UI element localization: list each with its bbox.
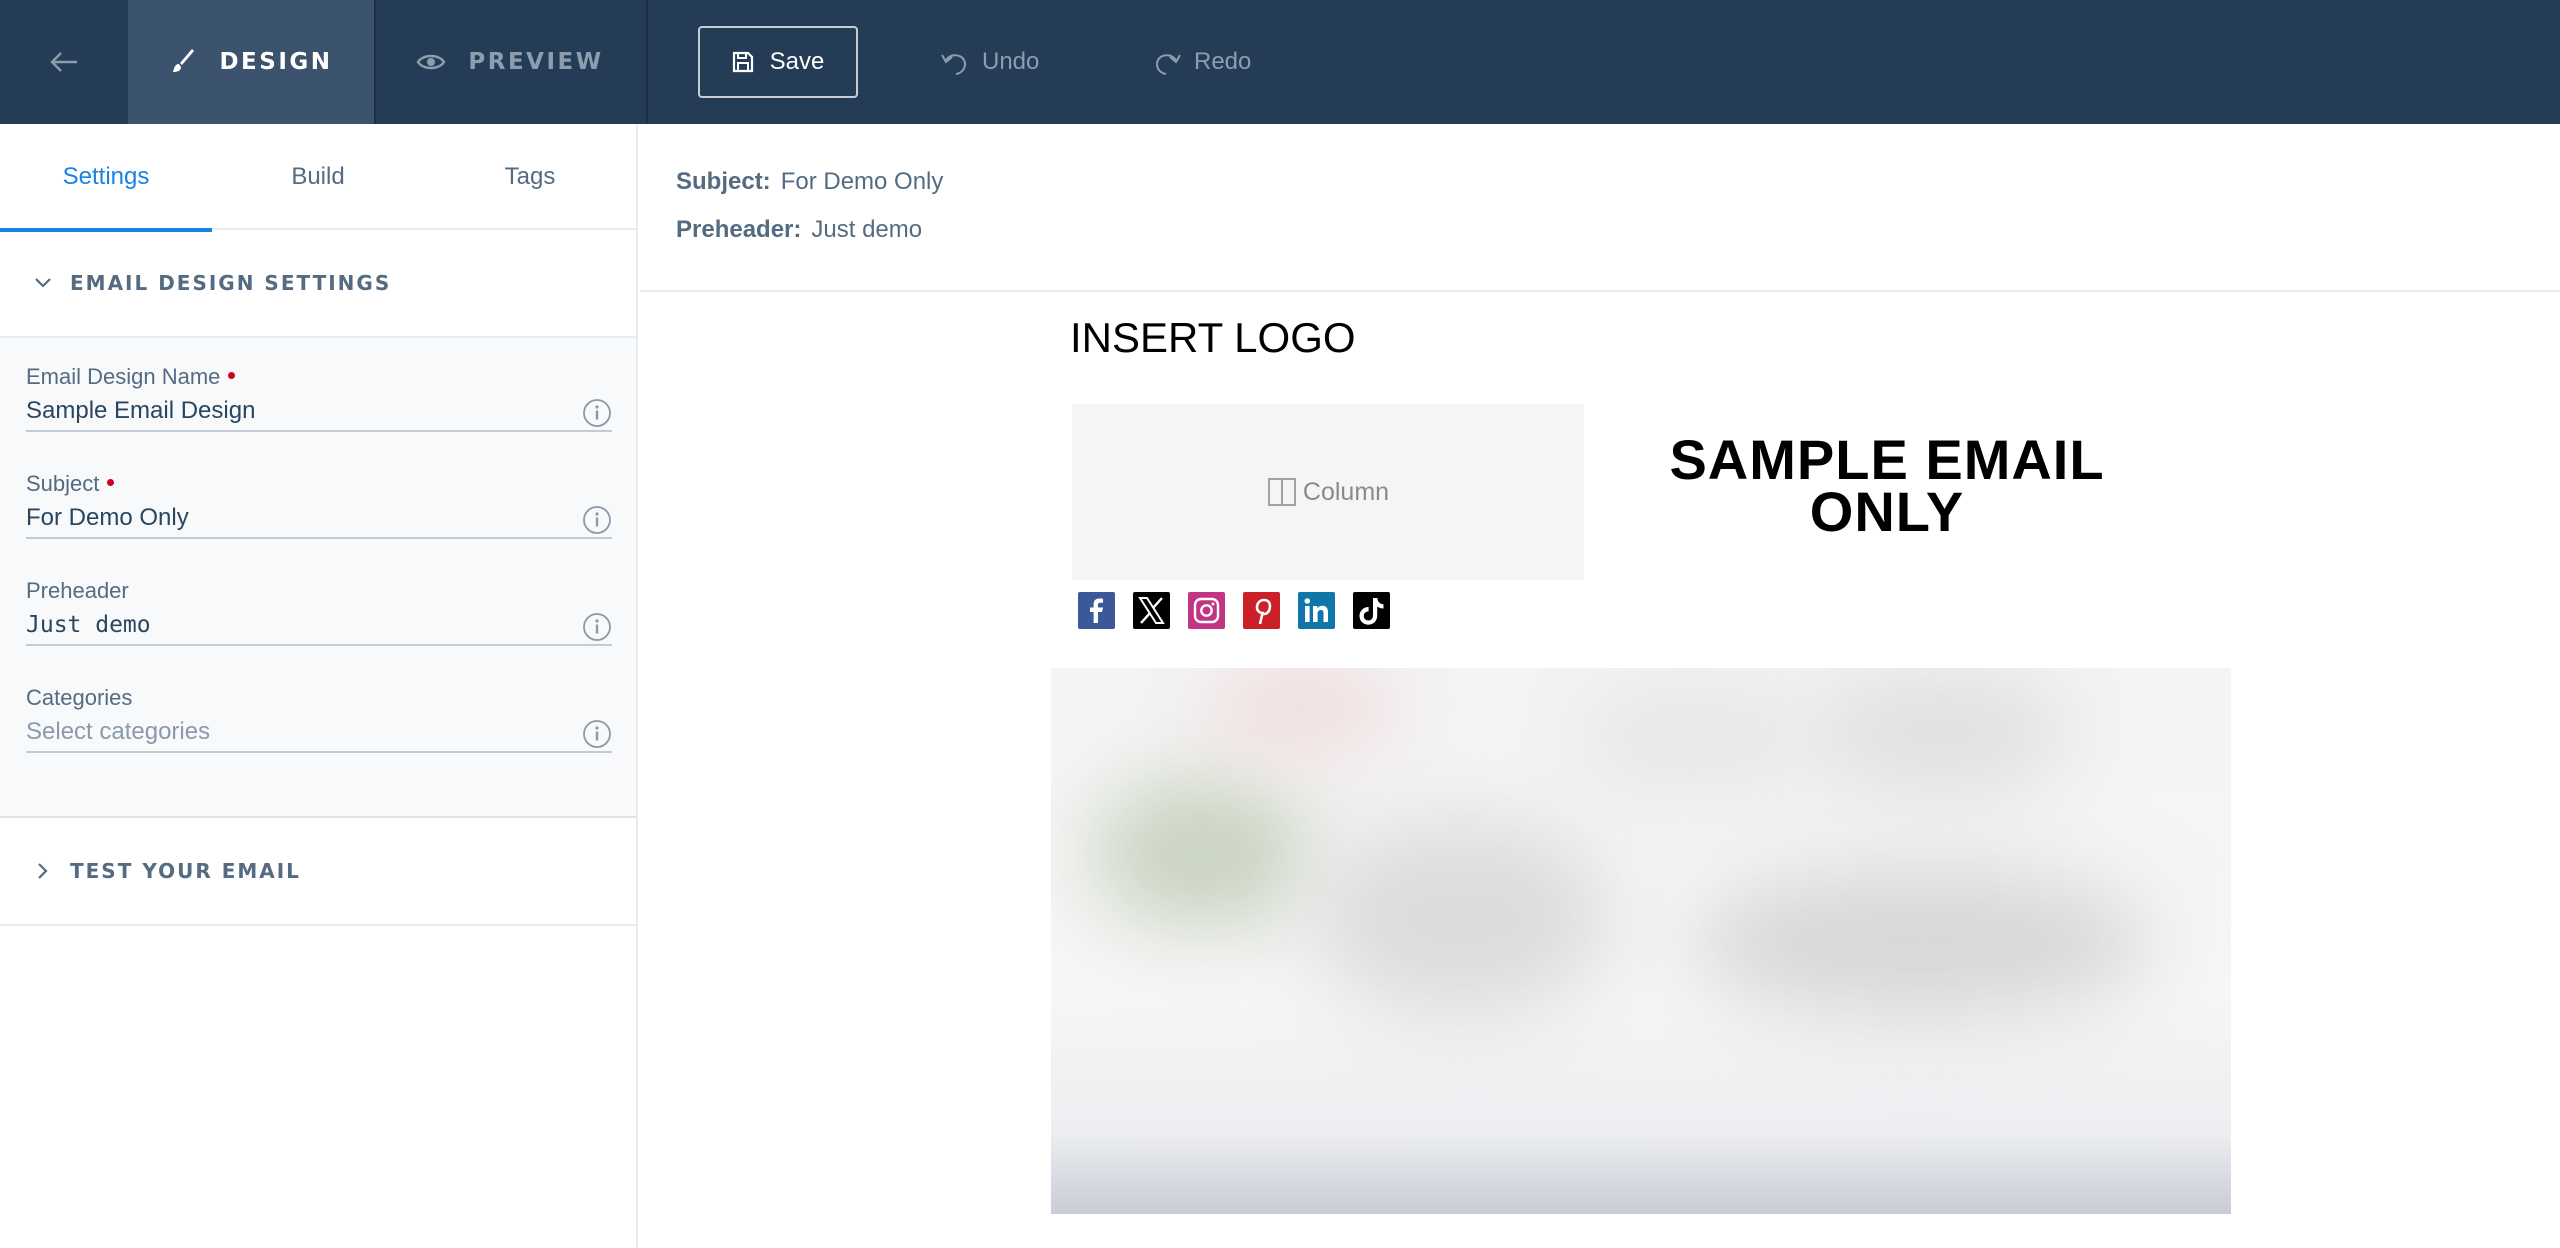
info-icon[interactable] (582, 505, 612, 535)
required-indicator (228, 372, 236, 379)
divider (646, 0, 648, 124)
linkedin-icon[interactable] (1298, 592, 1335, 629)
preheader-input[interactable]: Just demo (26, 606, 612, 646)
x-icon[interactable] (1133, 592, 1170, 629)
back-button[interactable] (0, 0, 128, 124)
x-glyph (1138, 597, 1165, 624)
email-headline[interactable]: SAMPLE EMAIL ONLY (1620, 432, 2154, 540)
meta-preheader-value: Just demo (811, 216, 923, 243)
sidebar-tabs: Settings Build Tags (0, 124, 636, 232)
pinterest-glyph (1255, 598, 1272, 625)
image-blur (1691, 868, 2151, 1018)
design-settings-fields: Email Design Name Sample Email Design Su… (0, 338, 636, 818)
meta-preheader: Preheader: Just demo (676, 216, 922, 244)
save-label: Save (769, 48, 825, 75)
column-label: Column (1302, 477, 1390, 506)
email-design-settings-toggle[interactable]: EMAIL DESIGN SETTINGS (0, 230, 636, 338)
preheader-field: Preheader Just demo (26, 576, 612, 683)
categories-select[interactable]: Select categories (26, 713, 612, 753)
design-name-value: Sample Email Design (26, 397, 256, 424)
instagram-glyph (1193, 597, 1220, 624)
preview-tab[interactable]: PREVIEW (374, 0, 646, 124)
image-blur (1571, 678, 1811, 798)
pinterest-icon[interactable] (1243, 592, 1280, 629)
preheader-label: Preheader (26, 578, 129, 603)
top-toolbar: DESIGN PREVIEW Save Undo Redo (0, 0, 2560, 124)
design-tab-label: DESIGN (219, 49, 333, 75)
meta-subject-value: For Demo Only (780, 168, 944, 195)
image-blur (1091, 778, 1311, 928)
tab-tags-label: Tags (504, 163, 556, 190)
tiktok-icon[interactable] (1353, 592, 1390, 629)
design-name-label: Email Design Name (26, 362, 610, 392)
meta-subject: Subject: For Demo Only (676, 168, 943, 196)
image-blur (1311, 818, 1611, 1018)
undo-icon (941, 54, 966, 75)
meta-subject-label: Subject: (676, 168, 771, 195)
undo-label: Undo (982, 48, 1040, 75)
subject-field: Subject For Demo Only (26, 469, 612, 576)
section-title: TEST YOUR EMAIL (70, 859, 301, 883)
image-blur (1811, 668, 2071, 798)
settings-sidebar: Settings Build Tags EMAIL DESIGN SETTING… (0, 124, 638, 1248)
linkedin-glyph (1304, 598, 1328, 622)
instagram-icon[interactable] (1188, 592, 1225, 629)
hero-image[interactable] (1051, 668, 2231, 1214)
chevron-right-icon (38, 863, 48, 879)
subject-input[interactable]: For Demo Only (26, 499, 612, 539)
brush-icon (173, 49, 195, 72)
column-icon (1268, 478, 1296, 506)
tab-settings[interactable]: Settings (0, 124, 212, 232)
undo-button[interactable]: Undo (940, 36, 1039, 88)
preheader-value: Just demo (26, 612, 151, 638)
info-icon[interactable] (582, 398, 612, 428)
arrow-left-icon (50, 52, 77, 72)
logo-placeholder[interactable]: INSERT LOGO (1070, 314, 1356, 362)
save-button[interactable]: Save (698, 26, 858, 98)
tiktok-glyph (1359, 598, 1384, 625)
tab-build[interactable]: Build (212, 124, 424, 230)
design-tab[interactable]: DESIGN (128, 0, 374, 124)
facebook-icon[interactable] (1078, 592, 1115, 629)
preview-tab-label: PREVIEW (468, 49, 604, 75)
required-indicator (107, 479, 115, 486)
categories-label: Categories (26, 685, 133, 710)
email-meta-header: Subject: For Demo Only Preheader: Just d… (640, 124, 2560, 292)
tab-settings-label: Settings (62, 163, 150, 190)
categories-field: Categories Select categories (26, 683, 612, 790)
categories-placeholder: Select categories (26, 718, 211, 745)
test-your-email-toggle[interactable]: TEST YOUR EMAIL (0, 818, 636, 926)
tab-tags[interactable]: Tags (424, 124, 636, 230)
email-canvas: INSERT LOGO Column SAMPLE EMAIL ONLY (640, 294, 2560, 1248)
section-title: EMAIL DESIGN SETTINGS (70, 271, 392, 295)
info-icon[interactable] (582, 719, 612, 749)
info-icon[interactable] (582, 612, 612, 642)
design-name-field: Email Design Name Sample Email Design (26, 362, 612, 469)
column-placeholder[interactable]: Column (1072, 404, 1584, 580)
tab-build-label: Build (291, 163, 345, 190)
redo-label: Redo (1194, 48, 1252, 75)
redo-icon (1156, 54, 1181, 75)
design-name-input[interactable]: Sample Email Design (26, 392, 612, 432)
chevron-down-icon (35, 278, 51, 288)
redo-button[interactable]: Redo (1152, 36, 1251, 88)
image-blur (1201, 668, 1401, 748)
save-icon (732, 51, 753, 73)
social-icons-row[interactable] (1078, 592, 1390, 629)
facebook-glyph (1090, 598, 1103, 623)
meta-preheader-label: Preheader: (676, 216, 802, 243)
eye-icon (416, 54, 446, 70)
subject-label: Subject (26, 469, 610, 499)
subject-value: For Demo Only (26, 504, 189, 531)
